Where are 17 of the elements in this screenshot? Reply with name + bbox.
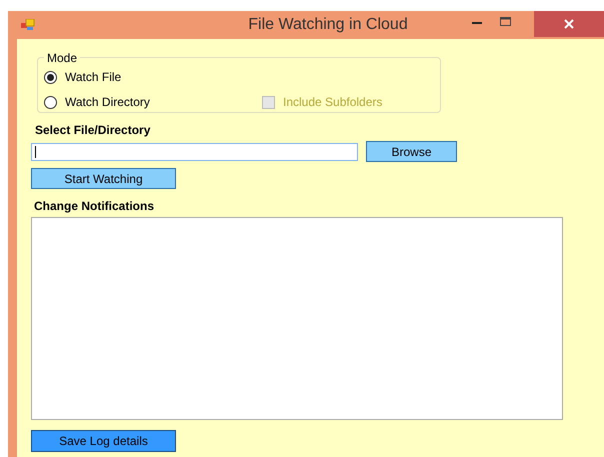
save-log-button[interactable]: Save Log details (31, 430, 176, 452)
section-label: Change Notifications (34, 198, 156, 215)
app-icon (21, 19, 35, 31)
field-label: Select File/Directory (35, 122, 152, 139)
radio-button[interactable] (44, 96, 57, 108)
radio-label: Watch Directory (65, 94, 150, 111)
close-icon (564, 19, 574, 29)
path-input-field[interactable] (31, 142, 358, 160)
start-watching-button[interactable]: Start Watching (31, 168, 176, 189)
radio-label: Watch File (65, 69, 122, 86)
radio-button[interactable] (44, 70, 57, 84)
maximize-icon (500, 16, 510, 26)
minimize-icon (472, 22, 482, 24)
browse-button[interactable]: Browse (366, 141, 457, 162)
close-button[interactable] (534, 11, 604, 37)
window-title: File Watching in Cloud (247, 15, 409, 35)
checkbox-label: Include Subfolders (283, 94, 382, 111)
